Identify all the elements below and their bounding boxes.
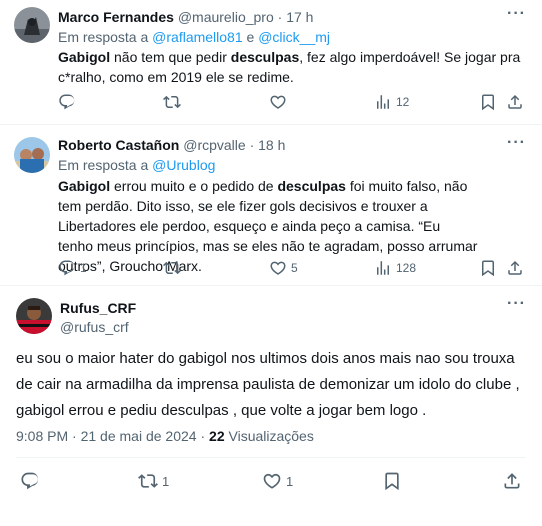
reply-context: Em resposta a @raflamello81 e @click__mj bbox=[58, 29, 330, 45]
dot-separator: · bbox=[249, 137, 255, 153]
tweet-time[interactable]: 17 h bbox=[286, 9, 313, 25]
author-name-text[interactable]: Rufus_CRF bbox=[60, 300, 136, 316]
reply-count: 1 bbox=[80, 261, 87, 275]
more-icon[interactable]: ··· bbox=[507, 5, 526, 23]
reply-context: Em resposta a @Urublog bbox=[58, 157, 215, 173]
tweet-header: Roberto Castañon @rcpvalle · 18 h bbox=[58, 137, 285, 153]
tweet-actions: 1 5 128 bbox=[58, 258, 528, 278]
more-icon[interactable]: ··· bbox=[507, 134, 526, 152]
share-icon bbox=[508, 94, 522, 109]
like-icon bbox=[270, 95, 286, 109]
more-icon[interactable]: ··· bbox=[507, 295, 526, 313]
retweet-button[interactable]: 1 bbox=[138, 471, 169, 491]
like-button[interactable]: 5 bbox=[269, 258, 298, 278]
share-button[interactable] bbox=[502, 471, 522, 491]
text-segment: errou muito e o pedido de bbox=[110, 178, 278, 194]
reply-button[interactable] bbox=[58, 92, 80, 112]
author-name[interactable]: Rufus_CRF bbox=[60, 300, 136, 316]
tweet-meta: 9:08 PM · 21 de mai de 2024 · 22 Visuali… bbox=[16, 428, 314, 444]
share-icon bbox=[508, 260, 522, 275]
like-icon bbox=[263, 473, 281, 489]
views-button[interactable]: 12 bbox=[374, 92, 409, 112]
bookmark-button[interactable] bbox=[479, 92, 497, 112]
author-handle[interactable]: @maurelio_pro bbox=[178, 9, 274, 25]
views-count: 22 bbox=[209, 428, 225, 444]
reply-button[interactable] bbox=[20, 471, 44, 491]
bookmark-icon bbox=[482, 94, 494, 111]
like-count: 1 bbox=[286, 473, 294, 489]
reply-prefix: Em resposta a bbox=[58, 29, 149, 45]
retweet-icon bbox=[163, 261, 181, 275]
views-label: Visualizações bbox=[228, 428, 314, 444]
avatar[interactable] bbox=[14, 7, 50, 43]
retweet-icon bbox=[163, 95, 181, 109]
retweet-icon bbox=[138, 474, 158, 488]
like-button[interactable] bbox=[269, 92, 291, 112]
reply-prefix: Em resposta a bbox=[58, 157, 149, 173]
views-icon bbox=[377, 261, 389, 275]
tweet-text: Gabigol não tem que pedir desculpas, fez… bbox=[58, 47, 523, 87]
views-button[interactable]: 128 bbox=[374, 258, 416, 278]
text-segment: não tem que pedir bbox=[110, 49, 231, 65]
retweet-button[interactable] bbox=[163, 92, 185, 112]
retweet-button[interactable] bbox=[163, 258, 185, 278]
like-button[interactable]: 1 bbox=[262, 471, 293, 491]
reply-and: e bbox=[246, 29, 255, 45]
author-name[interactable]: Roberto Castañon bbox=[58, 137, 179, 153]
dot-separator: · bbox=[277, 9, 283, 25]
bookmark-button[interactable] bbox=[479, 258, 497, 278]
tweet-actions: 12 bbox=[58, 92, 528, 112]
author-handle[interactable]: @rufus_crf bbox=[60, 319, 129, 335]
retweet-count: 1 bbox=[162, 473, 170, 489]
author-handle[interactable]: @rcpvalle bbox=[183, 137, 245, 153]
bookmark-icon bbox=[482, 260, 494, 277]
divider bbox=[16, 457, 526, 458]
share-button[interactable] bbox=[506, 258, 524, 278]
dot-separator: · bbox=[200, 428, 206, 444]
bookmark-button[interactable] bbox=[382, 471, 402, 491]
like-count: 5 bbox=[291, 261, 298, 275]
reply-mention[interactable]: @raflamello81 bbox=[152, 29, 242, 45]
reply-button[interactable]: 1 bbox=[58, 258, 87, 278]
reply-icon bbox=[59, 260, 75, 276]
tweet-time[interactable]: 9:08 PM bbox=[16, 428, 68, 444]
main-tweet-actions: 1 1 bbox=[20, 471, 530, 491]
avatar[interactable] bbox=[14, 137, 50, 173]
tweet-header: Marco Fernandes @maurelio_pro · 17 h bbox=[58, 9, 313, 25]
share-icon bbox=[504, 473, 520, 489]
tweet-time[interactable]: 18 h bbox=[258, 137, 285, 153]
highlighted-term: desculpas bbox=[277, 178, 346, 194]
bookmark-icon bbox=[385, 472, 399, 491]
views-count: 128 bbox=[396, 261, 417, 275]
share-button[interactable] bbox=[506, 92, 524, 112]
highlighted-term: desculpas bbox=[230, 49, 300, 65]
like-icon bbox=[270, 261, 286, 275]
avatar[interactable] bbox=[16, 298, 52, 334]
views-icon bbox=[377, 95, 389, 109]
tweet-date[interactable]: 21 de mai de 2024 bbox=[81, 428, 197, 444]
reply-mention[interactable]: @Urublog bbox=[152, 157, 215, 173]
tweet-1[interactable]: Marco Fernandes @maurelio_pro · 17 h ···… bbox=[0, 0, 542, 124]
views-count: 12 bbox=[396, 95, 410, 109]
reply-icon bbox=[21, 472, 39, 490]
tweet-2[interactable]: Roberto Castañon @rcpvalle · 18 h ··· Em… bbox=[0, 125, 542, 285]
tweet-text: eu sou o maior hater do gabigol nos ulti… bbox=[16, 350, 520, 419]
highlighted-term: Gabigol bbox=[58, 178, 111, 194]
author-name[interactable]: Marco Fernandes bbox=[58, 9, 174, 25]
dot-separator: · bbox=[72, 428, 77, 444]
reply-icon bbox=[59, 94, 75, 110]
reply-mention[interactable]: @click__mj bbox=[258, 29, 330, 45]
highlighted-term: Gabigol bbox=[58, 49, 111, 65]
